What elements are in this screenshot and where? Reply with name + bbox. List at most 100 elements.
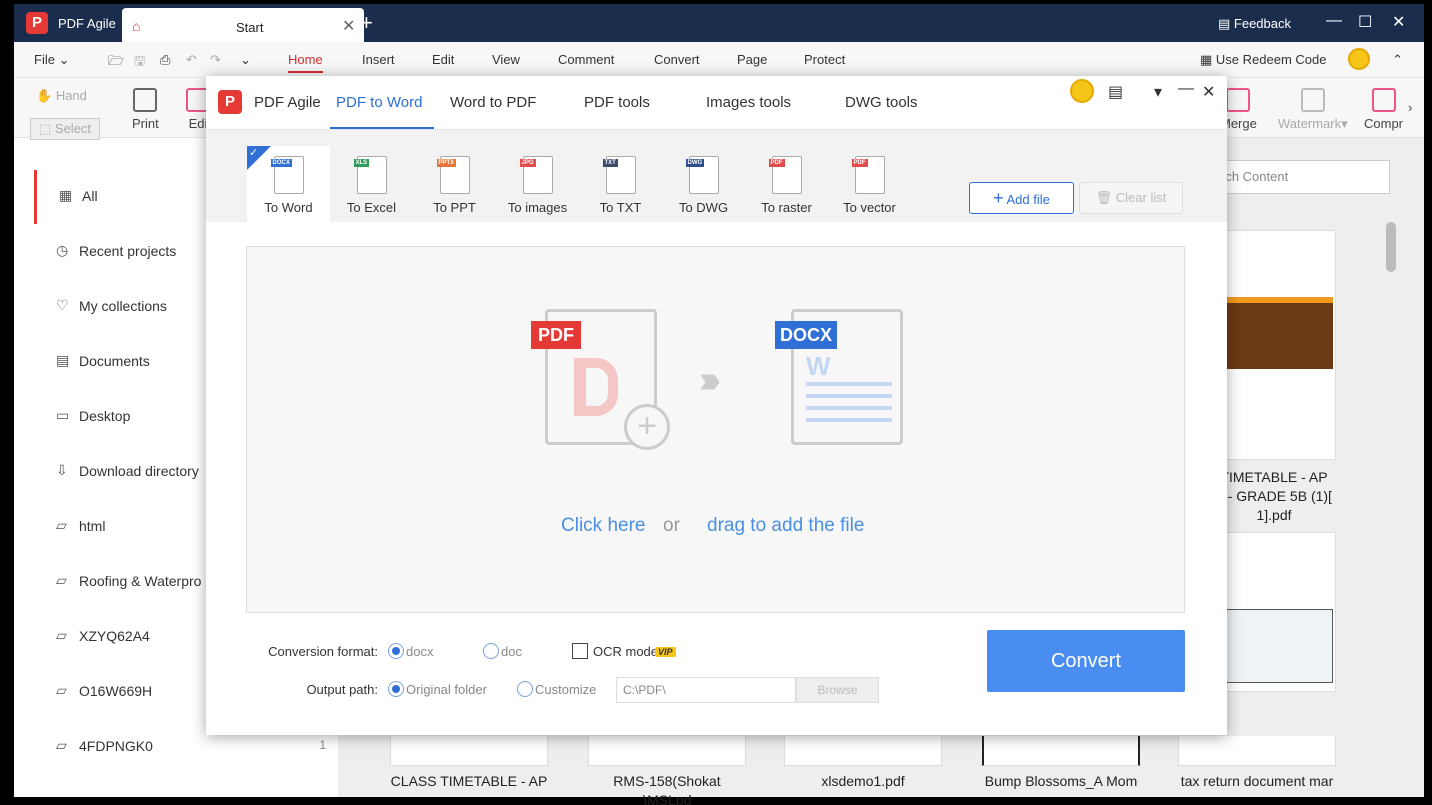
caption-line: 5 - GRADE 5B (1)[: [1216, 488, 1332, 504]
tab-dwg-tools[interactable]: DWG tools: [845, 94, 918, 111]
tab-pdf-tools[interactable]: PDF tools: [584, 94, 650, 111]
minimize-icon[interactable]: —: [1178, 80, 1194, 98]
format-to-word[interactable]: ✓ DOCX To Word: [247, 146, 330, 224]
menu-protect[interactable]: Protect: [804, 52, 845, 67]
file-card[interactable]: [390, 736, 548, 766]
edit-label: Edi: [188, 116, 208, 131]
doc-radio[interactable]: [483, 643, 499, 659]
menu-home[interactable]: Home: [288, 52, 323, 73]
collapse-ribbon-icon[interactable]: ⌃: [1392, 52, 1403, 68]
user-avatar[interactable]: [1348, 48, 1370, 70]
merge-icon: [1226, 88, 1251, 112]
format-to-raster[interactable]: PDF To raster: [745, 146, 828, 224]
file-card[interactable]: [1208, 230, 1336, 460]
drop-zone[interactable]: + PDF ››› W DOCX Click here or drag to a…: [246, 246, 1185, 613]
file-card[interactable]: [588, 736, 746, 766]
close-icon[interactable]: ✕: [1202, 82, 1215, 102]
dropdown-icon[interactable]: ▾: [1154, 82, 1162, 102]
save-icon[interactable]: 🖫: [134, 52, 145, 74]
docx-radio[interactable]: [388, 643, 404, 659]
printer-icon: [133, 88, 158, 112]
print-small-icon[interactable]: ⎙: [160, 52, 170, 68]
file-caption: tax return document mar: [1180, 773, 1334, 789]
drag-hint-link[interactable]: drag to add the file: [707, 515, 864, 537]
customize-radio[interactable]: [517, 681, 533, 697]
document-icon: ▤: [56, 352, 70, 368]
browse-button[interactable]: Browse: [796, 677, 879, 703]
menu-insert[interactable]: Insert: [362, 52, 395, 67]
select-label: Select: [54, 121, 92, 136]
hand-tool[interactable]: ✋ Hand: [36, 88, 87, 104]
file-card[interactable]: [784, 736, 942, 766]
tab-pdf-to-word[interactable]: PDF to Word: [336, 94, 422, 111]
scrollbar[interactable]: [1386, 222, 1396, 272]
trash-icon: 🗑: [1095, 190, 1113, 205]
print-button[interactable]: Print: [132, 88, 159, 131]
clear-list-button[interactable]: 🗑 Clear list: [1079, 182, 1183, 214]
tab-start[interactable]: ⌂ Start ✕: [122, 8, 364, 42]
maximize-button[interactable]: ☐: [1358, 12, 1372, 32]
file-thumbnail: [1223, 297, 1333, 369]
close-window-button[interactable]: ✕: [1392, 12, 1405, 32]
sidebar-item-label: Documents: [79, 353, 150, 369]
close-tab-icon[interactable]: ✕: [342, 16, 355, 36]
format-to-vector[interactable]: PDF To vector: [828, 146, 911, 224]
compress-label: Compr: [1364, 116, 1404, 131]
file-card[interactable]: [1208, 532, 1336, 692]
add-file-button[interactable]: + Add file: [969, 182, 1074, 214]
sidebar-item-label: O16W669H: [79, 683, 153, 699]
redeem-code-button[interactable]: ▦ Use Redeem Code: [1200, 52, 1326, 68]
minimize-button[interactable]: —: [1326, 12, 1342, 30]
format-tag: DWG: [685, 159, 705, 167]
file-menu[interactable]: File ⌄: [34, 52, 69, 68]
menu-comment[interactable]: Comment: [558, 52, 614, 67]
user-avatar[interactable]: [1070, 79, 1094, 103]
ocr-mode-checkbox[interactable]: [572, 643, 588, 659]
menu-page[interactable]: Page: [737, 52, 767, 67]
docx-badge: DOCX: [775, 321, 837, 349]
redo-icon[interactable]: ↷: [210, 52, 221, 68]
menu-edit[interactable]: Edit: [432, 52, 454, 67]
clock-icon: ◷: [56, 242, 69, 258]
feedback-button[interactable]: ▤ Feedback: [1218, 16, 1291, 32]
click-here-link[interactable]: Click here: [561, 515, 645, 537]
toolbar-scroll-right-icon[interactable]: ›: [1408, 100, 1412, 115]
docx-file-icon: DOCX: [270, 156, 304, 194]
format-to-ppt[interactable]: PPTX To PPT: [413, 146, 496, 224]
file-card[interactable]: [1178, 736, 1336, 766]
tab-word-to-pdf[interactable]: Word to PDF: [450, 94, 536, 111]
tab-images-tools[interactable]: Images tools: [706, 94, 791, 111]
message-icon[interactable]: ▤: [1108, 82, 1123, 102]
open-icon[interactable]: 🗁: [108, 52, 124, 74]
pptx-file-icon: PPTX: [436, 156, 470, 194]
folder-icon: ▱: [56, 737, 67, 753]
format-label: To raster: [761, 200, 812, 215]
format-tag: PPTX: [436, 159, 457, 167]
search-input[interactable]: rch Content: [1210, 160, 1390, 194]
format-to-images[interactable]: JPG To images: [496, 146, 579, 224]
pdf-file-icon: PDF: [768, 156, 802, 194]
format-to-txt[interactable]: TXT To TXT: [579, 146, 662, 224]
convert-button[interactable]: Convert: [987, 630, 1185, 692]
menu-view[interactable]: View: [492, 52, 520, 67]
output-path-input[interactable]: C:\PDF\: [616, 677, 796, 703]
customize-icon[interactable]: ⌄: [240, 52, 251, 68]
format-to-dwg[interactable]: DWG To DWG: [662, 146, 745, 224]
undo-icon[interactable]: ↶: [186, 52, 197, 68]
original-folder-radio[interactable]: [388, 681, 404, 697]
redeem-label: Use Redeem Code: [1215, 52, 1327, 67]
app-name: PDF Agile: [58, 16, 116, 31]
compress-icon: [1371, 88, 1396, 112]
format-label: To Excel: [346, 200, 397, 215]
compress-button[interactable]: Compr: [1364, 88, 1403, 131]
jpg-file-icon: JPG: [519, 156, 553, 194]
menu-convert[interactable]: Convert: [654, 52, 700, 67]
active-tab-indicator: [330, 127, 434, 129]
file-caption: xlsdemo1.pdf: [821, 773, 905, 789]
new-tab-button[interactable]: +: [360, 10, 373, 36]
select-tool[interactable]: ⬚ Select: [30, 118, 101, 140]
format-label: To Word: [264, 200, 313, 215]
format-to-excel[interactable]: XLS To Excel: [330, 146, 413, 224]
file-card[interactable]: [982, 736, 1140, 766]
watermark-button[interactable]: Watermark▾: [1278, 88, 1348, 132]
